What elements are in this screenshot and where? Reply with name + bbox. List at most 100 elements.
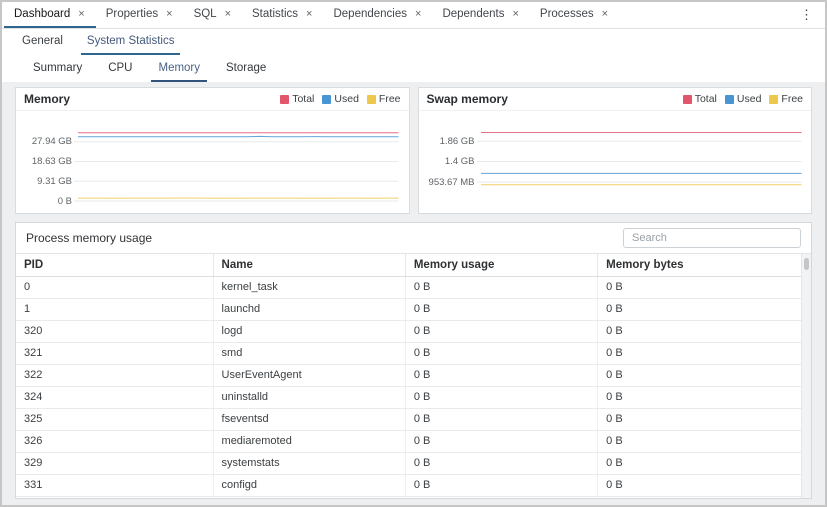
tab-label: Dependents <box>442 8 504 20</box>
cell-pid: 321 <box>16 342 213 364</box>
cell-name: fseventsd <box>213 408 405 430</box>
table-row[interactable]: 331configd0 B0 B <box>16 474 801 496</box>
process-table: PIDNameMemory usageMemory bytes 0kernel_… <box>16 254 801 497</box>
tab-cpu[interactable]: CPU <box>101 55 139 82</box>
legend-item-free: Free <box>367 93 401 105</box>
tab-memory[interactable]: Memory <box>151 55 207 82</box>
cell-pid: 331 <box>16 474 213 496</box>
legend-item-used: Used <box>725 93 762 105</box>
memory-chart-title: Memory <box>24 92 70 106</box>
cell-name: uninstalld <box>213 386 405 408</box>
swap-memory-chart-panel: Swap memory Total Used Free 953.67 MB1.4 G… <box>418 87 813 214</box>
cell-memory-usage: 0 B <box>405 408 597 430</box>
cell-memory-usage: 0 B <box>405 474 597 496</box>
cell-name: launchd <box>213 298 405 320</box>
cell-memory-usage: 0 B <box>405 364 597 386</box>
column-header-memory-bytes[interactable]: Memory bytes <box>598 254 801 276</box>
process-table-titlebar: Process memory usage <box>16 223 811 253</box>
tab-label: Processes <box>540 8 594 20</box>
cell-memory-usage: 0 B <box>405 276 597 298</box>
close-icon[interactable]: × <box>511 9 519 20</box>
table-row[interactable]: 320logd0 B0 B <box>16 320 801 342</box>
cell-name: UserEventAgent <box>213 364 405 386</box>
cell-name: systemstats <box>213 452 405 474</box>
table-row[interactable]: 324uninstalld0 B0 B <box>16 386 801 408</box>
vertical-scrollbar[interactable] <box>801 254 811 498</box>
table-header-row: PIDNameMemory usageMemory bytes <box>16 254 801 276</box>
process-table-title: Process memory usage <box>26 231 152 245</box>
close-icon[interactable]: × <box>305 9 313 20</box>
system-statistics-tab-bar: Summary CPU Memory Storage <box>2 55 825 82</box>
swap-line-chart <box>419 111 812 213</box>
tab-dependents[interactable]: Dependents × <box>432 2 529 28</box>
tab-general[interactable]: General <box>16 29 69 55</box>
tab-label: Statistics <box>252 8 298 20</box>
kebab-menu-icon[interactable]: ⋮ <box>794 5 819 25</box>
cell-pid: 322 <box>16 364 213 386</box>
tab-properties[interactable]: Properties× <box>96 2 184 28</box>
process-memory-usage-panel: Process memory usage PIDNameMemory usage… <box>15 222 812 499</box>
cell-pid: 320 <box>16 320 213 342</box>
cell-memory-bytes: 0 B <box>598 430 801 452</box>
tab-label: Dependencies <box>333 8 407 20</box>
cell-memory-bytes: 0 B <box>598 342 801 364</box>
tab-system-statistics[interactable]: System Statistics <box>81 29 181 55</box>
legend-swatch <box>725 95 734 104</box>
table-row[interactable]: 0kernel_task0 B0 B <box>16 276 801 298</box>
pgadmin-dashboard-window: Dashboard×Properties×SQL×Statistics×Depe… <box>0 0 827 507</box>
cell-memory-bytes: 0 B <box>598 452 801 474</box>
cell-name: logd <box>213 320 405 342</box>
cell-memory-usage: 0 B <box>405 452 597 474</box>
column-header-memory-usage[interactable]: Memory usage <box>405 254 597 276</box>
legend-swatch <box>367 95 376 104</box>
cell-name: configd <box>213 474 405 496</box>
cell-memory-usage: 0 B <box>405 342 597 364</box>
cell-name: kernel_task <box>213 276 405 298</box>
swap-chart-title: Swap memory <box>427 92 508 106</box>
tab-storage[interactable]: Storage <box>219 55 273 82</box>
tab-processes[interactable]: Processes × <box>530 2 619 28</box>
legend-item-total: Total <box>683 93 717 105</box>
table-row[interactable]: 326mediaremoted0 B0 B <box>16 430 801 452</box>
close-icon[interactable]: × <box>224 9 232 20</box>
column-header-pid[interactable]: PID <box>16 254 213 276</box>
cell-memory-bytes: 0 B <box>598 386 801 408</box>
legend-swatch <box>280 95 289 104</box>
tab-statistics[interactable]: Statistics × <box>242 2 323 28</box>
close-icon[interactable]: × <box>601 9 609 20</box>
legend-swatch <box>769 95 778 104</box>
table-row[interactable]: 329systemstats0 B0 B <box>16 452 801 474</box>
memory-statistics-content: Memory TotalUsedFree 0 B9.31 GB18.63 GB2… <box>2 82 825 505</box>
tab-dependencies[interactable]: Dependencies × <box>323 2 432 28</box>
cell-name: smd <box>213 342 405 364</box>
swap-chart-plot: 953.67 MB1.4 GB1.86 GB <box>419 111 812 213</box>
cell-name: mediaremoted <box>213 430 405 452</box>
cell-memory-bytes: 0 B <box>598 364 801 386</box>
tab-sql[interactable]: SQL × <box>184 2 242 28</box>
table-row[interactable]: 325fseventsd0 B0 B <box>16 408 801 430</box>
cell-pid: 1 <box>16 298 213 320</box>
cell-memory-bytes: 0 B <box>598 276 801 298</box>
tab-summary[interactable]: Summary <box>26 55 89 82</box>
charts-row: Memory TotalUsedFree 0 B9.31 GB18.63 GB2… <box>15 87 812 214</box>
table-row[interactable]: 1launchd0 B0 B <box>16 298 801 320</box>
close-icon[interactable]: × <box>77 9 85 20</box>
table-row[interactable]: 321smd0 B0 B <box>16 342 801 364</box>
legend-swatch <box>683 95 692 104</box>
close-icon[interactable]: × <box>414 9 422 20</box>
search-input[interactable] <box>623 228 801 248</box>
cell-memory-bytes: 0 B <box>598 474 801 496</box>
cell-memory-bytes: 0 B <box>598 298 801 320</box>
column-header-name[interactable]: Name <box>213 254 405 276</box>
cell-pid: 324 <box>16 386 213 408</box>
table-row[interactable]: 322UserEventAgent0 B0 B <box>16 364 801 386</box>
close-icon[interactable]: × <box>165 9 173 20</box>
tab-dashboard[interactable]: Dashboard× <box>4 2 96 28</box>
scrollbar-thumb[interactable] <box>804 258 809 270</box>
dashboard-section-tab-bar: General System Statistics <box>2 29 825 55</box>
chart-legend: Total Used Free <box>683 93 803 105</box>
tab-label: SQL <box>194 8 217 20</box>
legend-item-free: Free <box>769 93 803 105</box>
cell-pid: 0 <box>16 276 213 298</box>
cell-memory-usage: 0 B <box>405 320 597 342</box>
